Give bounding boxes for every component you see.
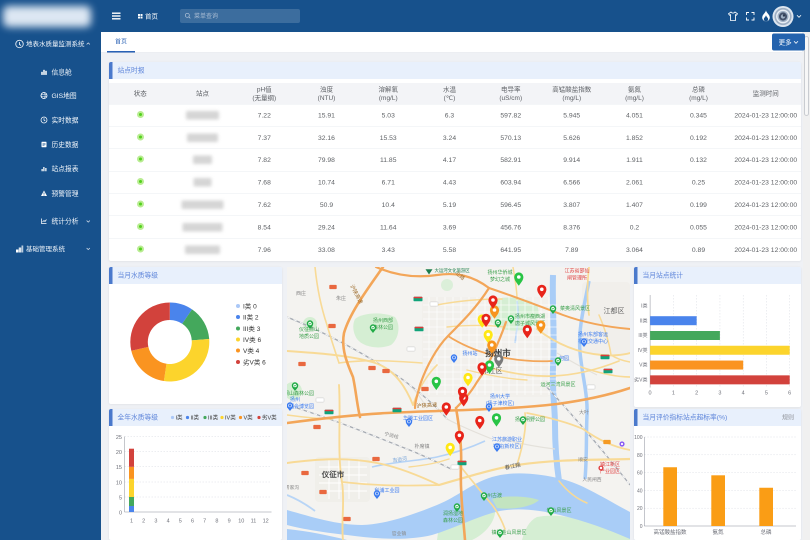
svg-text:15: 15 xyxy=(116,465,122,471)
svg-text:人民闸西: 人民闸西 xyxy=(582,476,601,483)
svg-text:朴席镇: 朴席镇 xyxy=(414,443,429,450)
svg-text:江都区: 江都区 xyxy=(604,307,625,315)
svg-text:II类: II类 xyxy=(191,414,200,422)
svg-text:2: 2 xyxy=(142,519,145,525)
svg-text:官业镇: 官业镇 xyxy=(392,530,407,537)
svg-text:5: 5 xyxy=(119,496,122,502)
svg-text:20: 20 xyxy=(116,450,122,456)
svg-text:III类: III类 xyxy=(208,414,219,422)
svg-text:10: 10 xyxy=(238,519,244,525)
svg-text:8: 8 xyxy=(215,519,218,525)
svg-text:扬州市瘦西湖: 扬州市瘦西湖 xyxy=(515,313,545,320)
svg-text:4: 4 xyxy=(742,391,745,397)
svg-text:IV类 6: IV类 6 xyxy=(243,335,261,344)
svg-text:III类: III类 xyxy=(638,332,647,339)
svg-text:20: 20 xyxy=(637,506,643,512)
svg-text:梦幻之城: 梦幻之城 xyxy=(490,276,510,283)
svg-text:扬州大学: 扬州大学 xyxy=(490,393,510,400)
svg-text:0: 0 xyxy=(119,511,122,517)
svg-text:扬州华侨城: 扬州华侨城 xyxy=(487,269,512,276)
svg-text:80: 80 xyxy=(637,453,643,459)
svg-text:大运河文化旅游区: 大运河文化旅游区 xyxy=(435,267,471,274)
svg-text:5: 5 xyxy=(179,519,182,525)
svg-text:9: 9 xyxy=(228,519,231,525)
svg-text:V类 4: V类 4 xyxy=(243,346,260,355)
svg-text:V类: V类 xyxy=(244,414,254,422)
svg-text:II类 2: II类 2 xyxy=(243,313,259,322)
svg-text:I类: I类 xyxy=(641,303,647,310)
svg-text:顺安: 顺安 xyxy=(578,456,588,463)
svg-text:0: 0 xyxy=(648,391,651,397)
svg-text:镇江金山风景区: 镇江金山风景区 xyxy=(491,529,526,536)
svg-text:V类: V类 xyxy=(639,362,647,369)
svg-text:扬州站: 扬州站 xyxy=(462,350,477,357)
svg-text:6: 6 xyxy=(788,391,791,397)
svg-text:铜山森林公园: 铜山森林公园 xyxy=(287,390,314,397)
svg-text:IV类: IV类 xyxy=(225,414,236,422)
svg-text:菜奥清风景区: 菜奥清风景区 xyxy=(560,305,590,312)
svg-text:III类 3: III类 3 xyxy=(243,324,261,333)
svg-text:西庄: 西庄 xyxy=(296,290,306,297)
svg-text:扬州西部: 扬州西部 xyxy=(373,317,393,324)
svg-text:运河三湾风景区: 运河三湾风景区 xyxy=(540,381,575,388)
svg-text:润扬湿地: 润扬湿地 xyxy=(443,510,463,517)
svg-text:春江路: 春江路 xyxy=(504,460,522,471)
svg-text:扬州: 扬州 xyxy=(290,396,300,403)
svg-text:朱庄: 朱庄 xyxy=(336,295,346,302)
svg-text:宁测线: 宁测线 xyxy=(384,430,400,440)
svg-text:大叶: 大叶 xyxy=(579,409,589,416)
svg-text:40: 40 xyxy=(637,488,643,494)
svg-text:6: 6 xyxy=(191,519,194,525)
svg-text:江苏省邵仙: 江苏省邵仙 xyxy=(564,268,589,275)
svg-text:森林公园: 森林公园 xyxy=(443,517,463,524)
svg-text:12: 12 xyxy=(263,519,269,525)
svg-text:江苏旅游职业: 江苏旅游职业 xyxy=(492,436,522,443)
svg-text:沪陕高速: 沪陕高速 xyxy=(416,400,437,409)
svg-text:1: 1 xyxy=(130,519,133,525)
svg-text:4: 4 xyxy=(167,519,170,525)
svg-text:1: 1 xyxy=(672,391,675,397)
svg-text:IV类: IV类 xyxy=(638,347,648,354)
svg-text:5: 5 xyxy=(765,391,768,397)
svg-text:11: 11 xyxy=(251,519,257,525)
svg-text:吉运河: 吉运河 xyxy=(392,455,407,464)
svg-text:7: 7 xyxy=(203,519,206,525)
svg-text:10: 10 xyxy=(116,481,122,487)
svg-text:劣V类: 劣V类 xyxy=(634,376,647,383)
svg-text:高锰酸盐指数: 高锰酸盐指数 xyxy=(653,528,687,536)
svg-text:I类 0: I类 0 xyxy=(243,302,257,311)
svg-text:3: 3 xyxy=(718,391,721,397)
svg-text:闸管理所: 闸管理所 xyxy=(567,275,587,282)
svg-text:0: 0 xyxy=(640,524,643,530)
svg-text:I类: I类 xyxy=(176,414,184,422)
svg-text:劣V类: 劣V类 xyxy=(262,414,277,422)
svg-text:扬州东部客运: 扬州东部客运 xyxy=(578,331,608,338)
svg-text:地质公园: 地质公园 xyxy=(299,333,319,340)
svg-text:25: 25 xyxy=(116,435,122,441)
svg-text:60: 60 xyxy=(637,471,643,477)
svg-text:2: 2 xyxy=(695,391,698,397)
svg-text:扬子闸野公园: 扬子闸野公园 xyxy=(515,416,545,423)
svg-text:3: 3 xyxy=(154,519,157,525)
svg-text:总磷: 总磷 xyxy=(760,528,772,536)
svg-text:胥家沟: 胥家沟 xyxy=(287,484,299,491)
svg-text:100: 100 xyxy=(634,435,643,441)
svg-text:仪征市: 仪征市 xyxy=(321,469,345,479)
svg-text:氨氮: 氨氮 xyxy=(712,528,724,536)
svg-text:劣V类 6: 劣V类 6 xyxy=(243,358,266,367)
svg-text:II类: II类 xyxy=(640,317,648,324)
